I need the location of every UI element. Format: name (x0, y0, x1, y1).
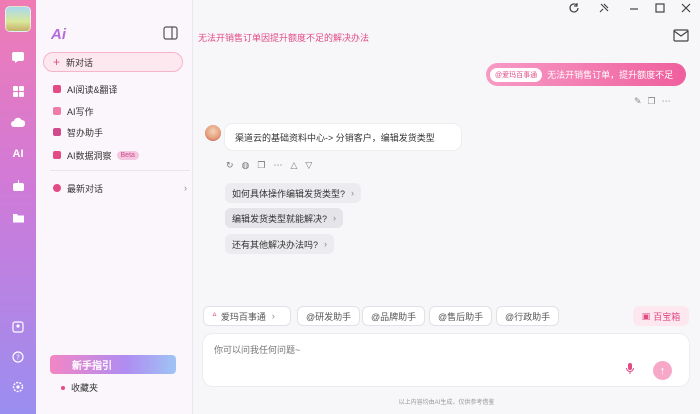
suggestion-text: 还有其他解决办法吗? (232, 239, 319, 250)
pin-icon[interactable] (597, 2, 611, 14)
sidebar: Ai + 新对话 AI阅读&翻译 AI写作 智办助手 AI数据洞察 Beta 最… (36, 0, 193, 414)
tool-rd-assistant[interactable]: @研发助手 (297, 306, 361, 326)
plus-icon: + (53, 55, 61, 69)
voice-icon[interactable]: ◍ (242, 160, 250, 171)
ai-icon[interactable]: AI (9, 145, 27, 163)
suggestion-chip[interactable]: 如何具体操作编辑发货类型? › (225, 183, 362, 203)
box-icon: ▣ (641, 310, 651, 321)
user-message-actions: ✎ ❐ ⋯ (634, 96, 671, 107)
sidebar-item-label: AI写作 (67, 106, 94, 117)
sidebar-item-label: AI阅读&翻译 (67, 84, 118, 95)
favorites-link[interactable]: 收藏夹 (61, 381, 98, 394)
settings-icon[interactable] (9, 378, 27, 396)
chart-icon (53, 151, 61, 159)
mention-tag: @爱玛百事通 (490, 67, 543, 82)
sidebar-item-read-translate[interactable]: AI阅读&翻译 (53, 82, 118, 96)
tool-aftersales-assistant[interactable]: @售后助手 (429, 306, 493, 326)
app-logo: Ai (51, 26, 66, 43)
tool-admin-assistant[interactable]: @行政助手 (496, 306, 560, 326)
app-rail: AI ? (0, 0, 36, 414)
more-icon[interactable]: ⋯ (662, 96, 671, 107)
sidebar-item-writing[interactable]: AI写作 (53, 104, 94, 118)
tool-label: @行政助手 (505, 311, 551, 322)
sidebar-toggle-icon[interactable] (163, 26, 178, 40)
sidebar-item-assistant[interactable]: 智办助手 (53, 125, 103, 139)
chevron-right-icon: › (351, 188, 355, 198)
user-message-text: 无法开销售订单，提升额度不足 (547, 70, 674, 80)
regenerate-icon[interactable]: ↻ (226, 160, 234, 171)
edit-icon[interactable]: ✎ (634, 96, 642, 107)
new-chat-label: 新对话 (66, 57, 94, 68)
refresh-icon[interactable] (567, 2, 581, 14)
mail-icon[interactable] (673, 29, 689, 42)
close-icon[interactable] (679, 2, 693, 14)
minimize-icon[interactable] (627, 2, 641, 14)
message-input[interactable] (214, 345, 574, 355)
cloud-icon[interactable] (9, 113, 27, 131)
chevron-right-icon: › (333, 213, 337, 223)
help-icon[interactable]: ? (9, 348, 27, 366)
tool-label: @品牌助手 (371, 311, 417, 322)
more-icon[interactable]: ⋯ (273, 160, 282, 171)
divider (50, 170, 190, 171)
svg-text:?: ? (16, 354, 20, 362)
guide-label: 新手指引 (72, 361, 112, 372)
chat-panel: 无法开销售订单因提升额度不足的解决办法 @爱玛百事通 无法开销售订单，提升额度不… (193, 0, 700, 414)
robot-icon[interactable] (9, 177, 27, 195)
sidebar-item-label: 智办助手 (67, 127, 104, 138)
maximize-icon[interactable] (653, 2, 667, 14)
sidebar-item-data-insight[interactable]: AI数据洞察 Beta (53, 148, 139, 162)
recent-chats-label: 最新对话 (67, 183, 104, 194)
tool-label: 爱玛百事通 (220, 311, 266, 322)
user-card-icon[interactable] (9, 318, 27, 336)
assistant-select-button[interactable]: ᐞ 爱玛百事通 › (203, 306, 291, 326)
sidebar-item-label: AI数据洞察 (67, 150, 112, 161)
suggestion-text: 编辑发货类型就能解决? (232, 213, 328, 224)
tool-brand-assistant[interactable]: @品牌助手 (362, 306, 426, 326)
clock-icon (53, 184, 61, 192)
chevron-right-icon: › (271, 311, 275, 321)
recent-chats[interactable]: 最新对话 › (53, 181, 193, 195)
tool-label: @研发助手 (306, 311, 352, 322)
copy-icon[interactable]: ❐ (648, 96, 656, 107)
user-message-bubble: @爱玛百事通 无法开销售订单，提升额度不足 (486, 63, 686, 86)
suggestion-chip[interactable]: 还有其他解决办法吗? › (225, 234, 335, 254)
grid-icon[interactable] (9, 82, 27, 100)
chevron-right-icon: › (324, 239, 328, 249)
folder-icon[interactable] (9, 208, 27, 226)
treasure-box-label: 百宝箱 (653, 311, 681, 322)
assistant-icon (53, 128, 61, 136)
bot-avatar (205, 125, 221, 141)
pen-icon (53, 107, 61, 115)
beta-badge: Beta (116, 150, 139, 160)
favorites-icon (61, 385, 65, 390)
guide-banner[interactable]: 新手指引 (50, 355, 176, 374)
conversation-title: 无法开销售订单因提升额度不足的解决办法 (198, 33, 370, 43)
avatar[interactable] (5, 6, 31, 32)
copy-icon[interactable]: ❐ (257, 160, 265, 171)
bot-message-text: 渠道云的基础资料中心-> 分销客户，编辑发货类型 (235, 132, 435, 143)
spark-icon: ᐞ (212, 310, 217, 321)
new-chat-button[interactable]: + 新对话 (43, 52, 183, 72)
message-input-box: ↑ (203, 334, 689, 386)
chat-icon[interactable] (9, 48, 27, 66)
thumbs-up-icon[interactable]: △ (290, 160, 297, 171)
assistant-toolbar: ᐞ 爱玛百事通 › @研发助手 @品牌助手 @售后助手 @行政助手 (203, 306, 690, 326)
treasure-box-button[interactable]: ▣ 百宝箱 (633, 306, 689, 326)
chevron-right-icon: › (184, 183, 187, 193)
tool-label: @售后助手 (438, 311, 484, 322)
thumbs-down-icon[interactable]: ▽ (305, 160, 312, 171)
microphone-icon[interactable] (622, 362, 638, 378)
arrow-up-icon: ↑ (659, 364, 666, 377)
book-icon (53, 85, 61, 93)
favorites-label: 收藏夹 (71, 383, 99, 393)
send-button[interactable]: ↑ (653, 361, 672, 380)
bot-message-actions: ↻ ◍ ❐ ⋯ △ ▽ (226, 160, 312, 171)
bot-message-bubble: 渠道云的基础资料中心-> 分销客户，编辑发货类型 (225, 124, 461, 150)
suggestion-chip[interactable]: 编辑发货类型就能解决? › (225, 208, 344, 228)
ai-disclaimer: 以上内容均由AI生成，仅供参考借鉴 (398, 400, 495, 406)
suggestion-text: 如何具体操作编辑发货类型? (232, 188, 346, 199)
